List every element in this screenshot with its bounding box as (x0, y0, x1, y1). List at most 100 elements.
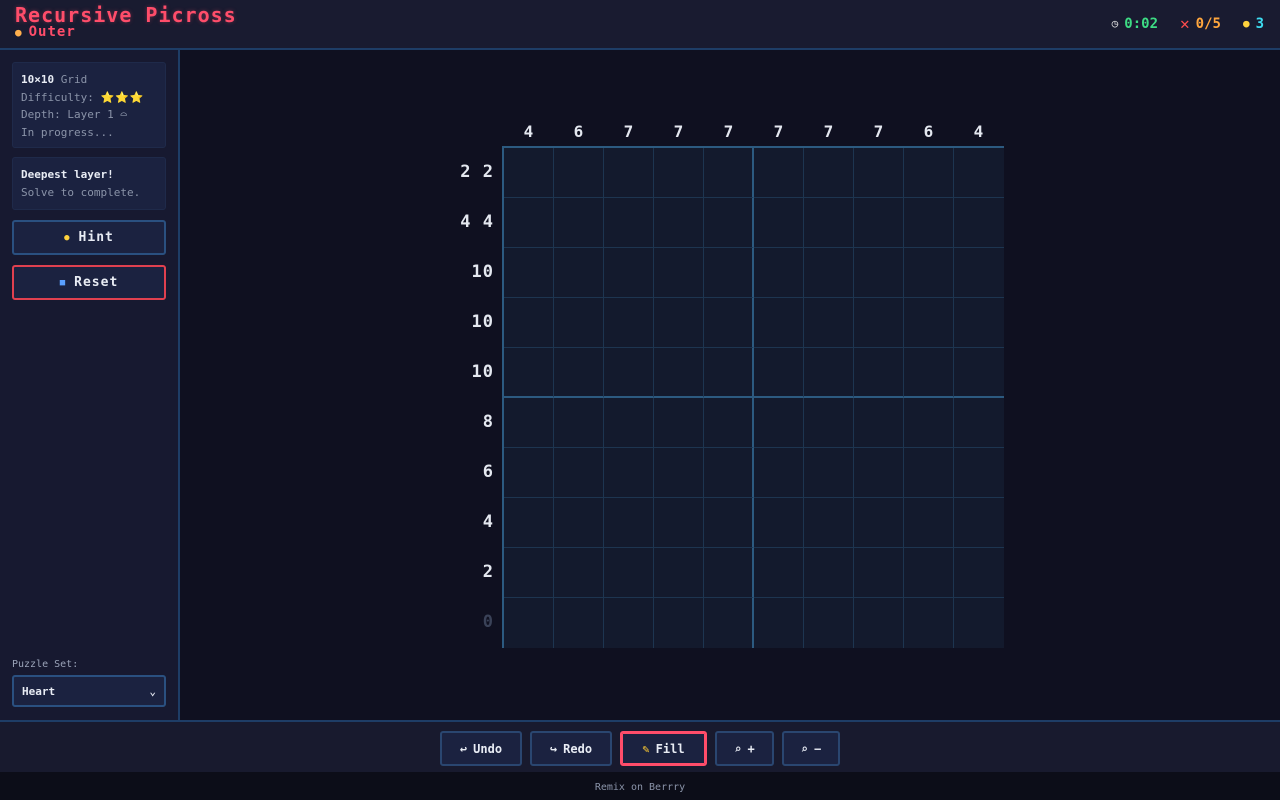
grid-cell[interactable] (604, 498, 654, 548)
grid-cell[interactable] (704, 448, 754, 498)
grid-cell[interactable] (654, 298, 704, 348)
grid-cell[interactable] (754, 348, 804, 398)
grid-cell[interactable] (554, 548, 604, 598)
grid-cell[interactable] (504, 198, 554, 248)
grid-cell[interactable] (854, 448, 904, 498)
grid-cell[interactable] (954, 298, 1004, 348)
grid-cell[interactable] (954, 598, 1004, 648)
grid-cell[interactable] (654, 348, 704, 398)
grid-cell[interactable] (704, 398, 754, 448)
grid-cell[interactable] (804, 198, 854, 248)
grid-cell[interactable] (654, 548, 704, 598)
grid-cell[interactable] (904, 348, 954, 398)
grid-cell[interactable] (654, 598, 704, 648)
grid-cell[interactable] (954, 198, 1004, 248)
grid-cell[interactable] (754, 298, 804, 348)
grid-cell[interactable] (504, 248, 554, 298)
grid-cell[interactable] (954, 248, 1004, 298)
grid-cell[interactable] (604, 448, 654, 498)
reset-button[interactable]: ■ Reset (12, 265, 166, 300)
grid-cell[interactable] (754, 198, 804, 248)
grid-cell[interactable] (904, 598, 954, 648)
grid-cell[interactable] (554, 448, 604, 498)
grid-cell[interactable] (654, 198, 704, 248)
grid-cell[interactable] (954, 148, 1004, 198)
grid-cell[interactable] (604, 248, 654, 298)
grid-cell[interactable] (654, 448, 704, 498)
grid-cell[interactable] (804, 448, 854, 498)
grid-cell[interactable] (804, 498, 854, 548)
grid-cell[interactable] (604, 298, 654, 348)
grid-cell[interactable] (854, 548, 904, 598)
grid-cell[interactable] (854, 198, 904, 248)
grid-cell[interactable] (804, 348, 854, 398)
grid-cell[interactable] (904, 148, 954, 198)
grid-cell[interactable] (554, 398, 604, 448)
remix-link[interactable]: Remix on Berrry (595, 782, 685, 793)
grid-cell[interactable] (654, 398, 704, 448)
grid-cell[interactable] (804, 298, 854, 348)
grid-cell[interactable] (804, 248, 854, 298)
grid-cell[interactable] (704, 548, 754, 598)
grid-cell[interactable] (554, 498, 604, 548)
grid-cell[interactable] (504, 148, 554, 198)
grid-cell[interactable] (554, 148, 604, 198)
zoom-out-button[interactable]: ⌕ − (782, 731, 840, 766)
grid-cell[interactable] (704, 298, 754, 348)
grid-cell[interactable] (504, 348, 554, 398)
grid-cell[interactable] (854, 598, 904, 648)
grid-cell[interactable] (754, 148, 804, 198)
grid-cell[interactable] (504, 498, 554, 548)
grid-cell[interactable] (954, 548, 1004, 598)
grid-cell[interactable] (654, 248, 704, 298)
grid-cell[interactable] (704, 598, 754, 648)
grid-cell[interactable] (604, 198, 654, 248)
grid-cell[interactable] (604, 348, 654, 398)
grid-cell[interactable] (804, 548, 854, 598)
grid-cell[interactable] (854, 348, 904, 398)
grid-cell[interactable] (754, 448, 804, 498)
grid-cell[interactable] (954, 498, 1004, 548)
grid-cell[interactable] (504, 298, 554, 348)
grid-cell[interactable] (704, 148, 754, 198)
grid-cell[interactable] (754, 498, 804, 548)
grid-cell[interactable] (604, 148, 654, 198)
grid-cell[interactable] (504, 448, 554, 498)
grid-cell[interactable] (804, 398, 854, 448)
grid-cell[interactable] (604, 598, 654, 648)
grid-cell[interactable] (604, 398, 654, 448)
grid-cell[interactable] (554, 598, 604, 648)
grid-cell[interactable] (654, 498, 704, 548)
grid-cell[interactable] (604, 548, 654, 598)
grid-cell[interactable] (904, 498, 954, 548)
grid-cell[interactable] (704, 498, 754, 548)
grid-cell[interactable] (554, 198, 604, 248)
grid-cell[interactable] (854, 498, 904, 548)
grid-cell[interactable] (904, 448, 954, 498)
fill-mode-button[interactable]: ✎ Fill (620, 731, 707, 766)
grid-cell[interactable] (954, 448, 1004, 498)
grid-cell[interactable] (904, 248, 954, 298)
grid-cell[interactable] (904, 398, 954, 448)
grid-cell[interactable] (504, 548, 554, 598)
grid-cell[interactable] (504, 598, 554, 648)
grid-cell[interactable] (504, 398, 554, 448)
grid-cell[interactable] (804, 598, 854, 648)
grid-cell[interactable] (854, 248, 904, 298)
grid-cell[interactable] (904, 298, 954, 348)
puzzle-set-select[interactable]: Heart ⌄ (12, 675, 166, 707)
undo-button[interactable]: ↩ Undo (440, 731, 522, 766)
grid-cell[interactable] (704, 348, 754, 398)
grid-cell[interactable] (804, 148, 854, 198)
grid-cell[interactable] (904, 548, 954, 598)
grid-cell[interactable] (754, 248, 804, 298)
grid-cell[interactable] (754, 598, 804, 648)
grid-cell[interactable] (704, 198, 754, 248)
grid-cell[interactable] (654, 148, 704, 198)
hint-button[interactable]: ● Hint (12, 220, 166, 255)
grid-cell[interactable] (854, 298, 904, 348)
grid-cell[interactable] (554, 298, 604, 348)
grid-cell[interactable] (704, 248, 754, 298)
grid-cell[interactable] (954, 398, 1004, 448)
grid-cell[interactable] (904, 198, 954, 248)
